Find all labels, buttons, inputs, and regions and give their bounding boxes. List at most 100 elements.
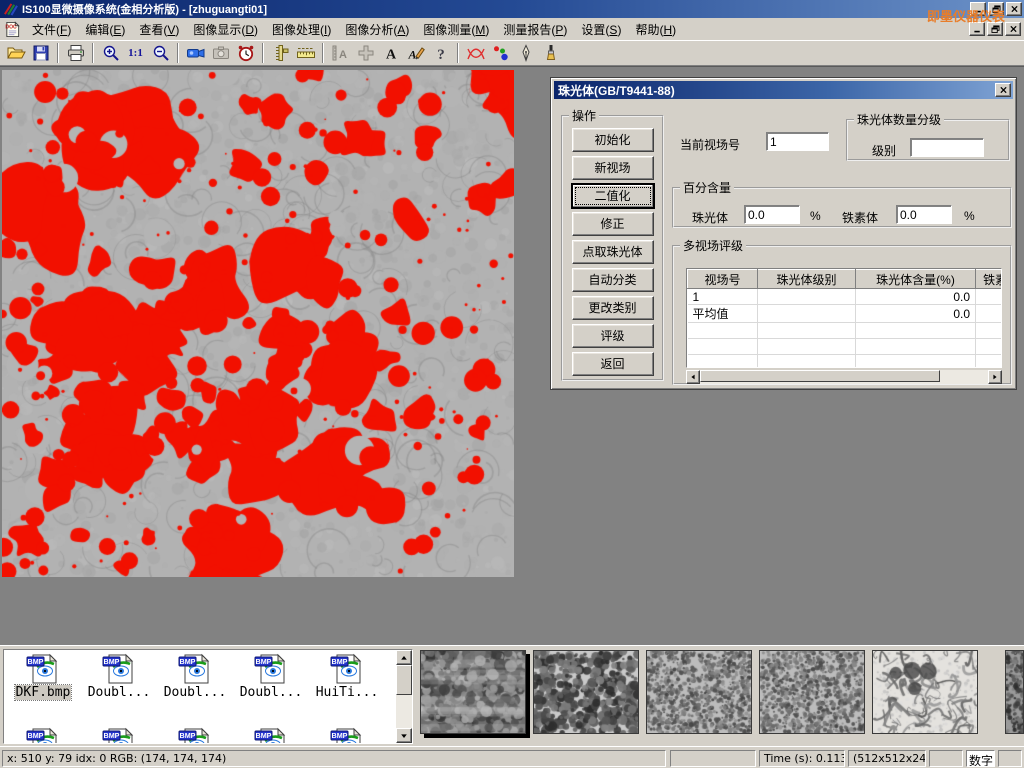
menu-settings[interactable]: 设置(S) [574,20,628,40]
save-file-icon[interactable] [28,42,53,64]
dialog-title: 珠光体(GB/T9441-88) [558,82,995,99]
svg-text:?: ? [437,47,445,62]
table-cell [758,305,856,323]
scrollbar-thumb[interactable] [396,665,412,695]
curve-tool-icon[interactable] [463,42,488,64]
scroll-left-button[interactable] [686,370,700,384]
image-merge-icon[interactable] [353,42,378,64]
particle-count-icon[interactable] [488,42,513,64]
thumbnail-partial[interactable] [1005,650,1024,734]
table-row[interactable] [688,355,1003,369]
table-cell [976,339,1003,355]
pointer-pen-icon[interactable] [513,42,538,64]
dialog-close-button[interactable] [995,83,1011,97]
table-cell [976,355,1003,369]
svg-text:A: A [407,48,416,62]
current-field-input[interactable] [766,132,829,151]
camera-capture-icon[interactable] [208,42,233,64]
ruler-icon[interactable] [293,42,318,64]
measure-text-icon[interactable]: A [328,42,353,64]
thumbnail-image[interactable] [647,651,751,733]
percent-group: 百分含量 珠光体 % 铁素体 % [672,179,1012,228]
op-button-初始化[interactable]: 初始化 [572,128,654,152]
ferrite-percent-input[interactable] [896,205,952,224]
menu-measure-report[interactable]: 测量报告(P) [496,20,574,40]
thumbnail-5[interactable] [872,650,978,734]
caliper-icon[interactable] [268,42,293,64]
file-item-Doubl...[interactable]: BMPDoubl... [234,653,308,700]
pearlite-percent-input[interactable] [744,205,800,224]
file-item-partial[interactable]: BMP [234,727,308,744]
op-button-评级[interactable]: 评级 [572,324,654,348]
file-item-partial[interactable]: BMP [82,727,156,744]
timer-icon[interactable] [233,42,258,64]
thumbnail-3[interactable] [646,650,752,734]
table-horizontal-scrollbar[interactable] [686,370,1002,384]
metallographic-image[interactable] [2,70,514,577]
scrollbar-track[interactable] [940,370,988,384]
table-row[interactable]: 平均值0.0 [688,305,1003,323]
thumbnail-4[interactable] [759,650,865,734]
close-button[interactable] [1006,2,1022,16]
mdi-close-button[interactable] [1005,22,1021,36]
video-capture-icon[interactable] [183,42,208,64]
grading-group: 珠光体数量分级 级别 [846,111,1010,161]
menu-edit[interactable]: 编辑(E) [78,20,132,40]
scroll-right-button[interactable] [988,370,1002,384]
multi-field-group-label: 多视场评级 [680,237,746,254]
open-file-icon[interactable] [3,42,28,64]
thumbnail-image[interactable] [534,651,638,733]
table-row[interactable]: 10.0 [688,289,1003,305]
file-item-Doubl...[interactable]: BMPDoubl... [158,653,232,700]
file-item-HuiTi...[interactable]: BMPHuiTi... [310,653,384,700]
scroll-up-button[interactable] [396,650,412,665]
menu-image-analysis[interactable]: 图像分析(A) [338,20,416,40]
dialog-title-bar[interactable]: 珠光体(GB/T9441-88) [554,81,1013,99]
op-button-修正[interactable]: 修正 [572,212,654,236]
thumbnail-image[interactable] [1006,651,1024,733]
op-button-点取珠光体[interactable]: 点取珠光体 [572,240,654,264]
table-cell: 0.0 [856,305,976,323]
annotate-icon[interactable]: A [403,42,428,64]
rating-table[interactable]: 视场号珠光体级别珠光体含量(%)铁素体含量(%)10.0平均值0.0 [687,269,1002,368]
text-label-icon[interactable]: A [378,42,403,64]
menu-image-display[interactable]: 图像显示(D) [186,20,265,40]
thumbnail-1[interactable] [420,650,526,734]
svg-text:BMP: BMP [28,731,44,740]
file-list[interactable]: BMPDKF.bmpBMPDoubl...BMPDoubl...BMPDoubl… [3,649,413,744]
help-icon[interactable]: ? [428,42,453,64]
zoom-out-icon[interactable] [148,42,173,64]
thumbnail-image[interactable] [873,651,977,733]
file-item-partial[interactable]: BMP [6,727,80,744]
scroll-down-button[interactable] [396,728,412,743]
op-button-更改类别[interactable]: 更改类别 [572,296,654,320]
op-button-自动分类[interactable]: 自动分类 [572,268,654,292]
file-item-Doubl...[interactable]: BMPDoubl... [82,653,156,700]
scrollbar-thumb[interactable] [700,370,940,382]
print-icon[interactable] [63,42,88,64]
menu-file[interactable]: 文件(F) [25,20,78,40]
menu-image-process[interactable]: 图像处理(I) [265,20,338,40]
table-row[interactable] [688,323,1003,339]
paint-brush-icon[interactable] [538,42,563,64]
svg-text:BMP: BMP [180,731,196,740]
file-item-partial[interactable]: BMP [158,727,232,744]
file-item-DKF.bmp[interactable]: BMPDKF.bmp [6,653,80,700]
table-row[interactable] [688,339,1003,355]
file-item-partial[interactable]: BMP [310,727,384,744]
file-name: Doubl... [163,685,228,700]
thumbnail-2[interactable] [533,650,639,734]
menu-view[interactable]: 查看(V) [132,20,186,40]
op-button-返回[interactable]: 返回 [572,352,654,376]
op-button-二值化[interactable]: 二值化 [572,184,654,208]
zoom-in-icon[interactable] [98,42,123,64]
op-button-新视场[interactable]: 新视场 [572,156,654,180]
menu-help[interactable]: 帮助(H) [628,20,683,40]
actual-size-icon[interactable]: 1:1 [123,42,148,64]
file-list-scrollbar[interactable] [396,650,412,743]
menu-image-measure[interactable]: 图像测量(M) [416,20,496,40]
document-icon[interactable]: DOC [3,21,25,38]
thumbnail-image[interactable] [421,651,525,733]
thumbnail-image[interactable] [760,651,864,733]
level-input[interactable] [910,138,984,157]
